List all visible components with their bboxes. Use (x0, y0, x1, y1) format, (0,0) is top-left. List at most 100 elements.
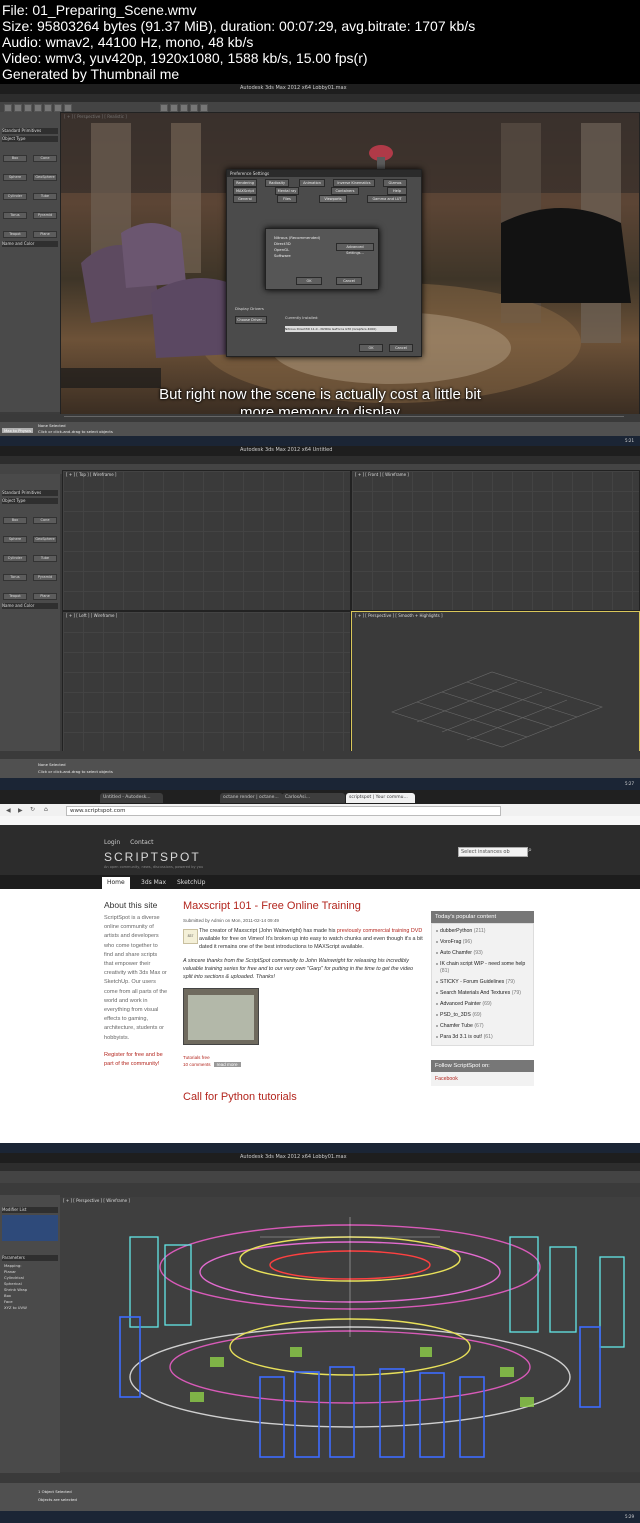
login-link[interactable]: Login (104, 839, 120, 846)
nav-sketchup[interactable]: SketchUp (172, 877, 210, 889)
tab-mental-ray[interactable]: Mental ray (275, 187, 299, 195)
cancel-button[interactable]: Cancel (389, 344, 413, 352)
sphere-button[interactable]: Sphere (3, 536, 27, 543)
list-item[interactable]: Para 3d 3.1 is out! (61) (436, 1032, 529, 1043)
command-panel-dropdown[interactable]: Standard Primitives (2, 128, 58, 134)
browser-tab-active[interactable]: scriptspot | Your commu... (346, 793, 415, 803)
tab-radiosity[interactable]: Radiosity (265, 179, 289, 187)
home-icon[interactable]: ⌂ (44, 806, 48, 813)
tab-help[interactable]: Help (387, 187, 407, 195)
forward-icon[interactable]: ▶ (18, 807, 23, 814)
perspective-viewport[interactable]: [ + ] [ Perspective ] [ Realistic ] Pref… (60, 112, 640, 416)
tube-button[interactable]: Tube (33, 193, 57, 200)
tab-files[interactable]: Files (277, 195, 297, 203)
choose-driver-button[interactable]: Choose Driver... (235, 316, 267, 324)
list-item[interactable]: Chamfer Tube (67) (436, 1021, 529, 1032)
url-input[interactable]: www.scriptspot.com (66, 806, 501, 816)
reload-icon[interactable]: ↻ (30, 806, 35, 813)
browser-tab[interactable]: Untitled - Autodesk... (100, 793, 163, 803)
nav-home[interactable]: Home (102, 877, 130, 889)
tab-viewports[interactable]: Viewports (319, 195, 347, 203)
torus-button[interactable]: Torus (3, 574, 27, 581)
teapot-button[interactable]: Teapot (3, 593, 27, 600)
torus-button[interactable]: Torus (3, 212, 27, 219)
box-button[interactable]: Box (3, 517, 27, 524)
read-more-button[interactable]: read more (213, 1062, 241, 1068)
left-viewport[interactable]: [ + ] [ Left ] [ Wireframe ] (62, 611, 351, 753)
back-icon[interactable]: ◀ (6, 807, 11, 814)
viewport-label[interactable]: [ + ] [ Left ] [ Wireframe ] (66, 613, 117, 618)
popup-ok-button[interactable]: OK (296, 277, 322, 285)
time-slider[interactable] (0, 414, 640, 422)
tab-rendering[interactable]: Rendering (233, 179, 257, 187)
search-icon[interactable]: ⌕ (528, 846, 532, 855)
time-slider[interactable] (0, 1473, 640, 1483)
training-dvd-link[interactable]: previously commercial training DVD (337, 928, 422, 934)
tab-inverse-kinematics[interactable]: Inverse Kinematics (333, 179, 375, 187)
parameters-rollout[interactable]: Parameters (2, 1255, 58, 1261)
tube-button[interactable]: Tube (33, 555, 57, 562)
list-item[interactable]: dubberPython (211) (436, 926, 529, 937)
plane-button[interactable]: Plane (33, 593, 57, 600)
geosphere-button[interactable]: GeoSphere (33, 174, 57, 181)
post-title[interactable]: Maxscript 101 - Free Online Training (183, 900, 423, 912)
viewport-label[interactable]: [ + ] [ Front ] [ Wireframe ] (355, 472, 409, 477)
list-item[interactable]: VoroFrag (96) (436, 937, 529, 948)
object-type-rollout[interactable]: Object Type (2, 136, 58, 142)
front-viewport[interactable]: [ + ] [ Front ] [ Wireframe ] (351, 470, 640, 611)
time-slider[interactable] (0, 751, 640, 759)
cylinder-button[interactable]: Cylinder (3, 555, 27, 562)
tag-links[interactable]: Tutorials free (183, 1055, 423, 1060)
post2-title[interactable]: Call for Python tutorials (183, 1091, 423, 1103)
rotate-icon[interactable] (54, 104, 62, 112)
list-item[interactable]: Advanced Painter (69) (436, 999, 529, 1010)
list-item[interactable]: Search Materials And Textures (79) (436, 988, 529, 999)
box-button[interactable]: Box (3, 155, 27, 162)
scale-icon[interactable] (64, 104, 72, 112)
cone-button[interactable]: Cone (33, 517, 57, 524)
tab-containers[interactable]: Containers (331, 187, 359, 195)
cylinder-button[interactable]: Cylinder (3, 193, 27, 200)
browser-tab[interactable]: CarlosAsi... (282, 793, 345, 803)
geosphere-button[interactable]: GeoSphere (33, 536, 57, 543)
redo-icon[interactable] (14, 104, 22, 112)
sphere-button[interactable]: Sphere (3, 174, 27, 181)
author-avatar[interactable]: 837 (183, 929, 198, 944)
top-viewport[interactable]: [ + ] [ Top ] [ Wireframe ] (62, 470, 351, 611)
command-panel-dropdown[interactable]: Standard Primitives (2, 490, 58, 496)
material-editor-icon[interactable] (190, 104, 198, 112)
tab-general[interactable]: General (233, 195, 257, 203)
teapot-button[interactable]: Teapot (3, 231, 27, 238)
comments-link[interactable]: 10 comments (183, 1062, 211, 1067)
browser-tab[interactable]: octane render | octane... (220, 793, 283, 803)
tab-gizmos[interactable]: Gizmos (383, 179, 407, 187)
perspective-viewport[interactable]: [ + ] [ Perspective ] [ Wireframe ] (60, 1197, 640, 1472)
modifier-stack[interactable] (2, 1215, 58, 1241)
maxscript-listener[interactable]: Max to Physcs (2, 428, 34, 433)
list-item[interactable]: PSD_to_3DS (69) (436, 1010, 529, 1021)
plane-button[interactable]: Plane (33, 231, 57, 238)
name-color-rollout[interactable]: Name and Color (2, 241, 58, 247)
perspective-viewport[interactable]: [ + ] [ Perspective ] [ Smooth + Highlig… (351, 611, 640, 753)
list-item[interactable]: STICKY - Forum Guidelines (79) (436, 977, 529, 988)
facebook-link[interactable]: Facebook (431, 1072, 534, 1086)
object-type-rollout[interactable]: Object Type (2, 498, 58, 504)
align-icon[interactable] (180, 104, 188, 112)
register-link[interactable]: Register for free and be part of the com… (104, 1051, 168, 1069)
post-screenshot-image[interactable] (183, 988, 259, 1046)
contact-link[interactable]: Contact (130, 839, 153, 846)
viewport-label[interactable]: [ + ] [ Perspective ] [ Smooth + Highlig… (355, 613, 443, 618)
tab-maxscript[interactable]: MAXScript (233, 187, 257, 195)
render-icon[interactable] (200, 104, 208, 112)
tab-gamma-lut[interactable]: Gamma and LUT (367, 195, 407, 203)
mapping-xyz-radio[interactable]: XYZ to UVW (4, 1305, 60, 1311)
modifier-list-dropdown[interactable]: Modifier List (2, 1207, 58, 1213)
popup-cancel-button[interactable]: Cancel (336, 277, 362, 285)
move-icon[interactable] (44, 104, 52, 112)
undo-icon[interactable] (4, 104, 12, 112)
pyramid-button[interactable]: Pyramid (33, 574, 57, 581)
select-icon[interactable] (34, 104, 42, 112)
ok-button[interactable]: OK (359, 344, 383, 352)
snap-icon[interactable] (160, 104, 168, 112)
pyramid-button[interactable]: Pyramid (33, 212, 57, 219)
